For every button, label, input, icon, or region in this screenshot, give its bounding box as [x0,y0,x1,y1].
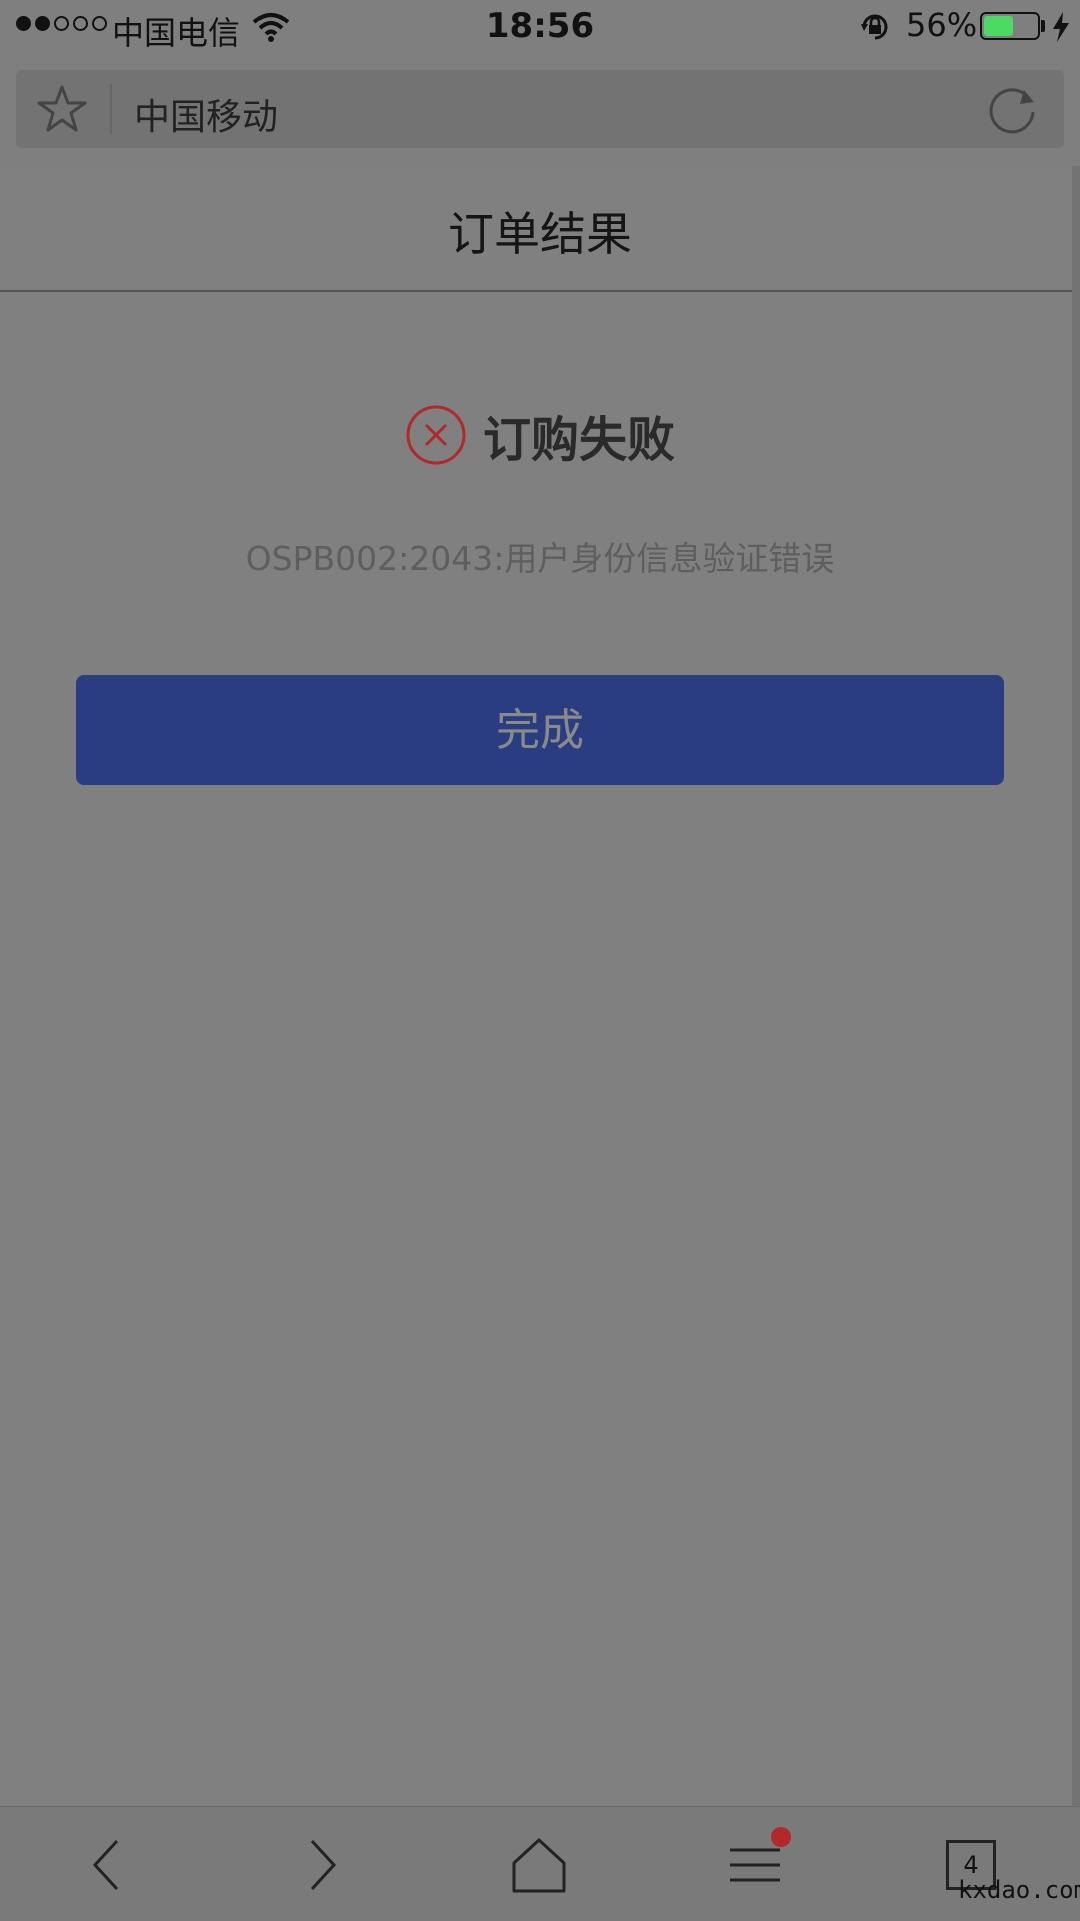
result-title: 订购失败 [482,412,675,468]
back-button[interactable] [67,1825,147,1905]
battery-icon [980,12,1040,40]
page-title: 订单结果 [448,207,632,261]
error-circle-icon [406,405,466,465]
menu-icon [730,1848,780,1882]
site-title[interactable]: 中国移动 [134,88,278,140]
browser-header: 中国移动 [0,56,1080,166]
forward-button[interactable] [282,1825,362,1905]
chevron-left-icon [92,1839,119,1891]
notification-dot [771,1827,791,1847]
watermark: kxdao.com [958,1876,1080,1904]
menu-button[interactable] [715,1825,795,1905]
home-button[interactable] [499,1825,579,1905]
battery-percent: 56% [906,6,978,44]
reload-icon[interactable] [986,82,1040,136]
status-bar: 中国电信 18:56 56% [0,0,1080,56]
address-bar[interactable]: 中国移动 [16,70,1064,148]
charging-icon [1053,12,1069,42]
done-button[interactable]: 完成 [76,675,1004,785]
star-icon[interactable] [36,84,88,134]
bottom-toolbar: 4 [0,1806,1080,1921]
home-icon [512,1838,566,1893]
page-header: 订单结果 [0,166,1080,292]
result-status: 订购失败 [0,400,1080,470]
error-message: OSPB002:2043:用户身份信息验证错误 [245,539,835,578]
orientation-lock-icon [861,14,888,40]
chevron-right-icon [310,1839,337,1891]
battery-tip [1041,20,1045,32]
address-divider [110,84,112,134]
